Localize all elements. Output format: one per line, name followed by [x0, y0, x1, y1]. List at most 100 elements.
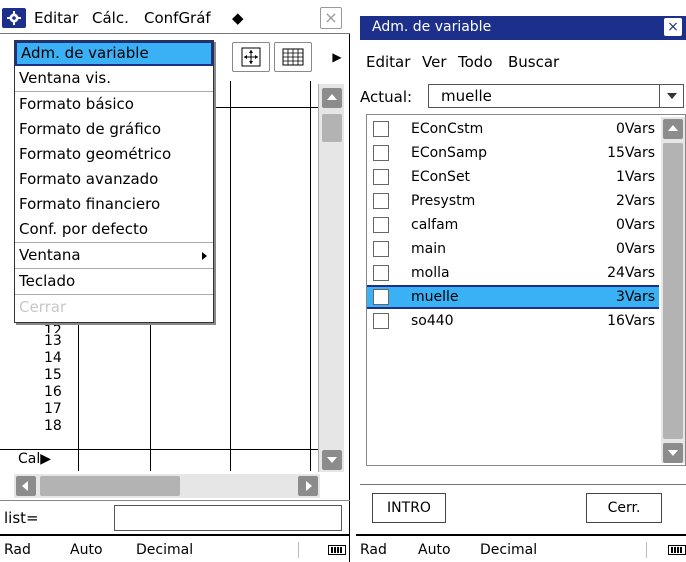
status-angle[interactable]: Rad	[360, 542, 387, 558]
row-checkbox[interactable]	[373, 169, 389, 185]
scroll-up-icon[interactable]	[322, 88, 342, 108]
close-icon[interactable]: ×	[664, 18, 682, 36]
row-checkbox[interactable]	[373, 289, 389, 305]
row-checkbox[interactable]	[373, 265, 389, 281]
submenu-arrow-icon	[202, 252, 207, 260]
list-item[interactable]: main 0Vars	[367, 237, 659, 261]
menu-item-keyboard[interactable]: Teclado	[15, 269, 213, 294]
list-item-selected[interactable]: muelle 3Vars	[367, 285, 659, 309]
row-checkbox[interactable]	[373, 241, 389, 257]
right-screen: Adm. de variable × Editar Ver Todo Busca…	[356, 0, 686, 562]
scroll-up-icon[interactable]	[663, 119, 683, 139]
menu-edit[interactable]: Editar	[34, 9, 78, 27]
intro-button[interactable]: INTRO	[372, 493, 446, 523]
menu-edit[interactable]: Editar	[366, 53, 410, 71]
status-bar: Rad Auto Decimal	[356, 534, 686, 562]
folder-count: 1Vars	[615, 169, 655, 185]
menu-item-window[interactable]: Ventana	[15, 243, 213, 268]
list-item[interactable]: so440 16Vars	[367, 309, 659, 333]
close-button[interactable]: Cerr.	[586, 493, 662, 523]
close-icon[interactable]: ×	[320, 7, 342, 29]
hscroll-thumb[interactable]	[40, 476, 180, 496]
grid-bottom-line	[0, 449, 318, 450]
list-item[interactable]: calfam 0Vars	[367, 213, 659, 237]
row-checkbox[interactable]	[373, 217, 389, 233]
list-item[interactable]: molla 24Vars	[367, 261, 659, 285]
folder-name: main	[411, 241, 446, 257]
list-item[interactable]: EConCstm 0Vars	[367, 117, 659, 141]
folder-name: calfam	[411, 217, 459, 233]
current-folder-value: muelle	[441, 87, 492, 105]
menu-all[interactable]: Todo	[458, 53, 493, 71]
folder-name: Presystm	[411, 193, 476, 209]
status-auto[interactable]: Auto	[418, 542, 451, 558]
status-divider	[646, 542, 647, 558]
input-label: list=	[4, 509, 39, 527]
scroll-thumb[interactable]	[322, 114, 342, 142]
scroll-left-icon[interactable]	[16, 476, 36, 496]
list-input-field[interactable]	[114, 505, 342, 531]
cal-row-label[interactable]: Cal▶	[18, 451, 51, 467]
current-folder-select[interactable]: muelle	[428, 84, 684, 108]
menu-item-graph-format[interactable]: Formato de gráfico	[15, 117, 213, 142]
status-decimal[interactable]: Decimal	[480, 542, 537, 558]
row-checkbox[interactable]	[373, 313, 389, 329]
row-checkbox[interactable]	[373, 121, 389, 137]
menu-calc[interactable]: Cálc.	[92, 9, 129, 27]
scroll-thumb[interactable]	[663, 143, 683, 439]
row-checkbox[interactable]	[373, 145, 389, 161]
settings-menu-button[interactable]	[2, 8, 26, 28]
menu-item-variable-manager[interactable]: Adm. de variable	[15, 41, 213, 66]
toolbar-more-arrow[interactable]: ▶	[324, 42, 350, 72]
menu-item-close: Cerrar	[19, 298, 67, 316]
menu-view[interactable]: Ver	[422, 53, 447, 71]
folder-list: EConCstm 0Vars EConSamp 15Vars EConSet 1…	[366, 114, 686, 466]
row-number: 13	[44, 333, 62, 349]
gear-icon	[7, 11, 21, 25]
zoom-box-icon	[241, 47, 261, 67]
folder-count: 16Vars	[607, 313, 655, 329]
list-item[interactable]: EConSet 1Vars	[367, 165, 659, 189]
scroll-down-icon[interactable]	[663, 443, 683, 463]
horizontal-scrollbar[interactable]	[14, 474, 320, 498]
row-number: 17	[44, 401, 62, 417]
current-folder-label: Actual:	[360, 88, 413, 106]
row-number: 18	[44, 418, 62, 434]
settings-dropdown-menu: Adm. de variable Ventana vis. Formato bá…	[14, 40, 214, 323]
menu-item-geometry-format[interactable]: Formato geométrico	[15, 142, 213, 167]
scroll-right-icon[interactable]	[298, 476, 318, 496]
menu-confgraf[interactable]: ConfGráf	[144, 9, 211, 27]
row-checkbox[interactable]	[373, 193, 389, 209]
status-divider	[298, 542, 299, 558]
left-screen: Editar Cálc. ConfGráf ◆ × ▶ 12 13 14 15 …	[0, 0, 350, 562]
table-view-button[interactable]	[274, 42, 312, 72]
menu-search[interactable]: Buscar	[508, 53, 559, 71]
row-number: 16	[44, 384, 62, 400]
list-item[interactable]: Presystm 2Vars	[367, 189, 659, 213]
zoom-box-button[interactable]	[232, 42, 270, 72]
dialog-button-bar: INTRO Cerr.	[360, 484, 686, 532]
folder-count: 0Vars	[615, 241, 655, 257]
grid-col-line	[230, 81, 231, 471]
vertical-scrollbar[interactable]	[318, 84, 344, 472]
scroll-down-icon[interactable]	[322, 450, 342, 470]
status-angle[interactable]: Rad	[4, 542, 31, 558]
list-item[interactable]: EConSamp 15Vars	[367, 141, 659, 165]
folder-name: muelle	[411, 289, 459, 305]
vertical-scrollbar[interactable]	[661, 117, 685, 463]
menu-item-basic-format[interactable]: Formato básico	[15, 92, 213, 117]
folder-name: EConSamp	[411, 145, 488, 161]
menu-item-advanced-format[interactable]: Formato avanzado	[15, 167, 213, 192]
folder-count: 15Vars	[607, 145, 655, 161]
folder-count: 24Vars	[607, 265, 655, 281]
menu-diamond[interactable]: ◆	[232, 9, 244, 27]
menu-item-view-window[interactable]: Ventana vis.	[15, 66, 213, 91]
folder-count: 0Vars	[615, 217, 655, 233]
menu-item-default-setup[interactable]: Conf. por defecto	[15, 217, 213, 242]
status-auto[interactable]: Auto	[70, 542, 103, 558]
folder-name: molla	[411, 265, 450, 281]
menu-item-financial-format[interactable]: Formato financiero	[15, 192, 213, 217]
row-number: 15	[44, 367, 62, 383]
chevron-down-icon[interactable]	[659, 85, 683, 107]
status-decimal[interactable]: Decimal	[136, 542, 193, 558]
